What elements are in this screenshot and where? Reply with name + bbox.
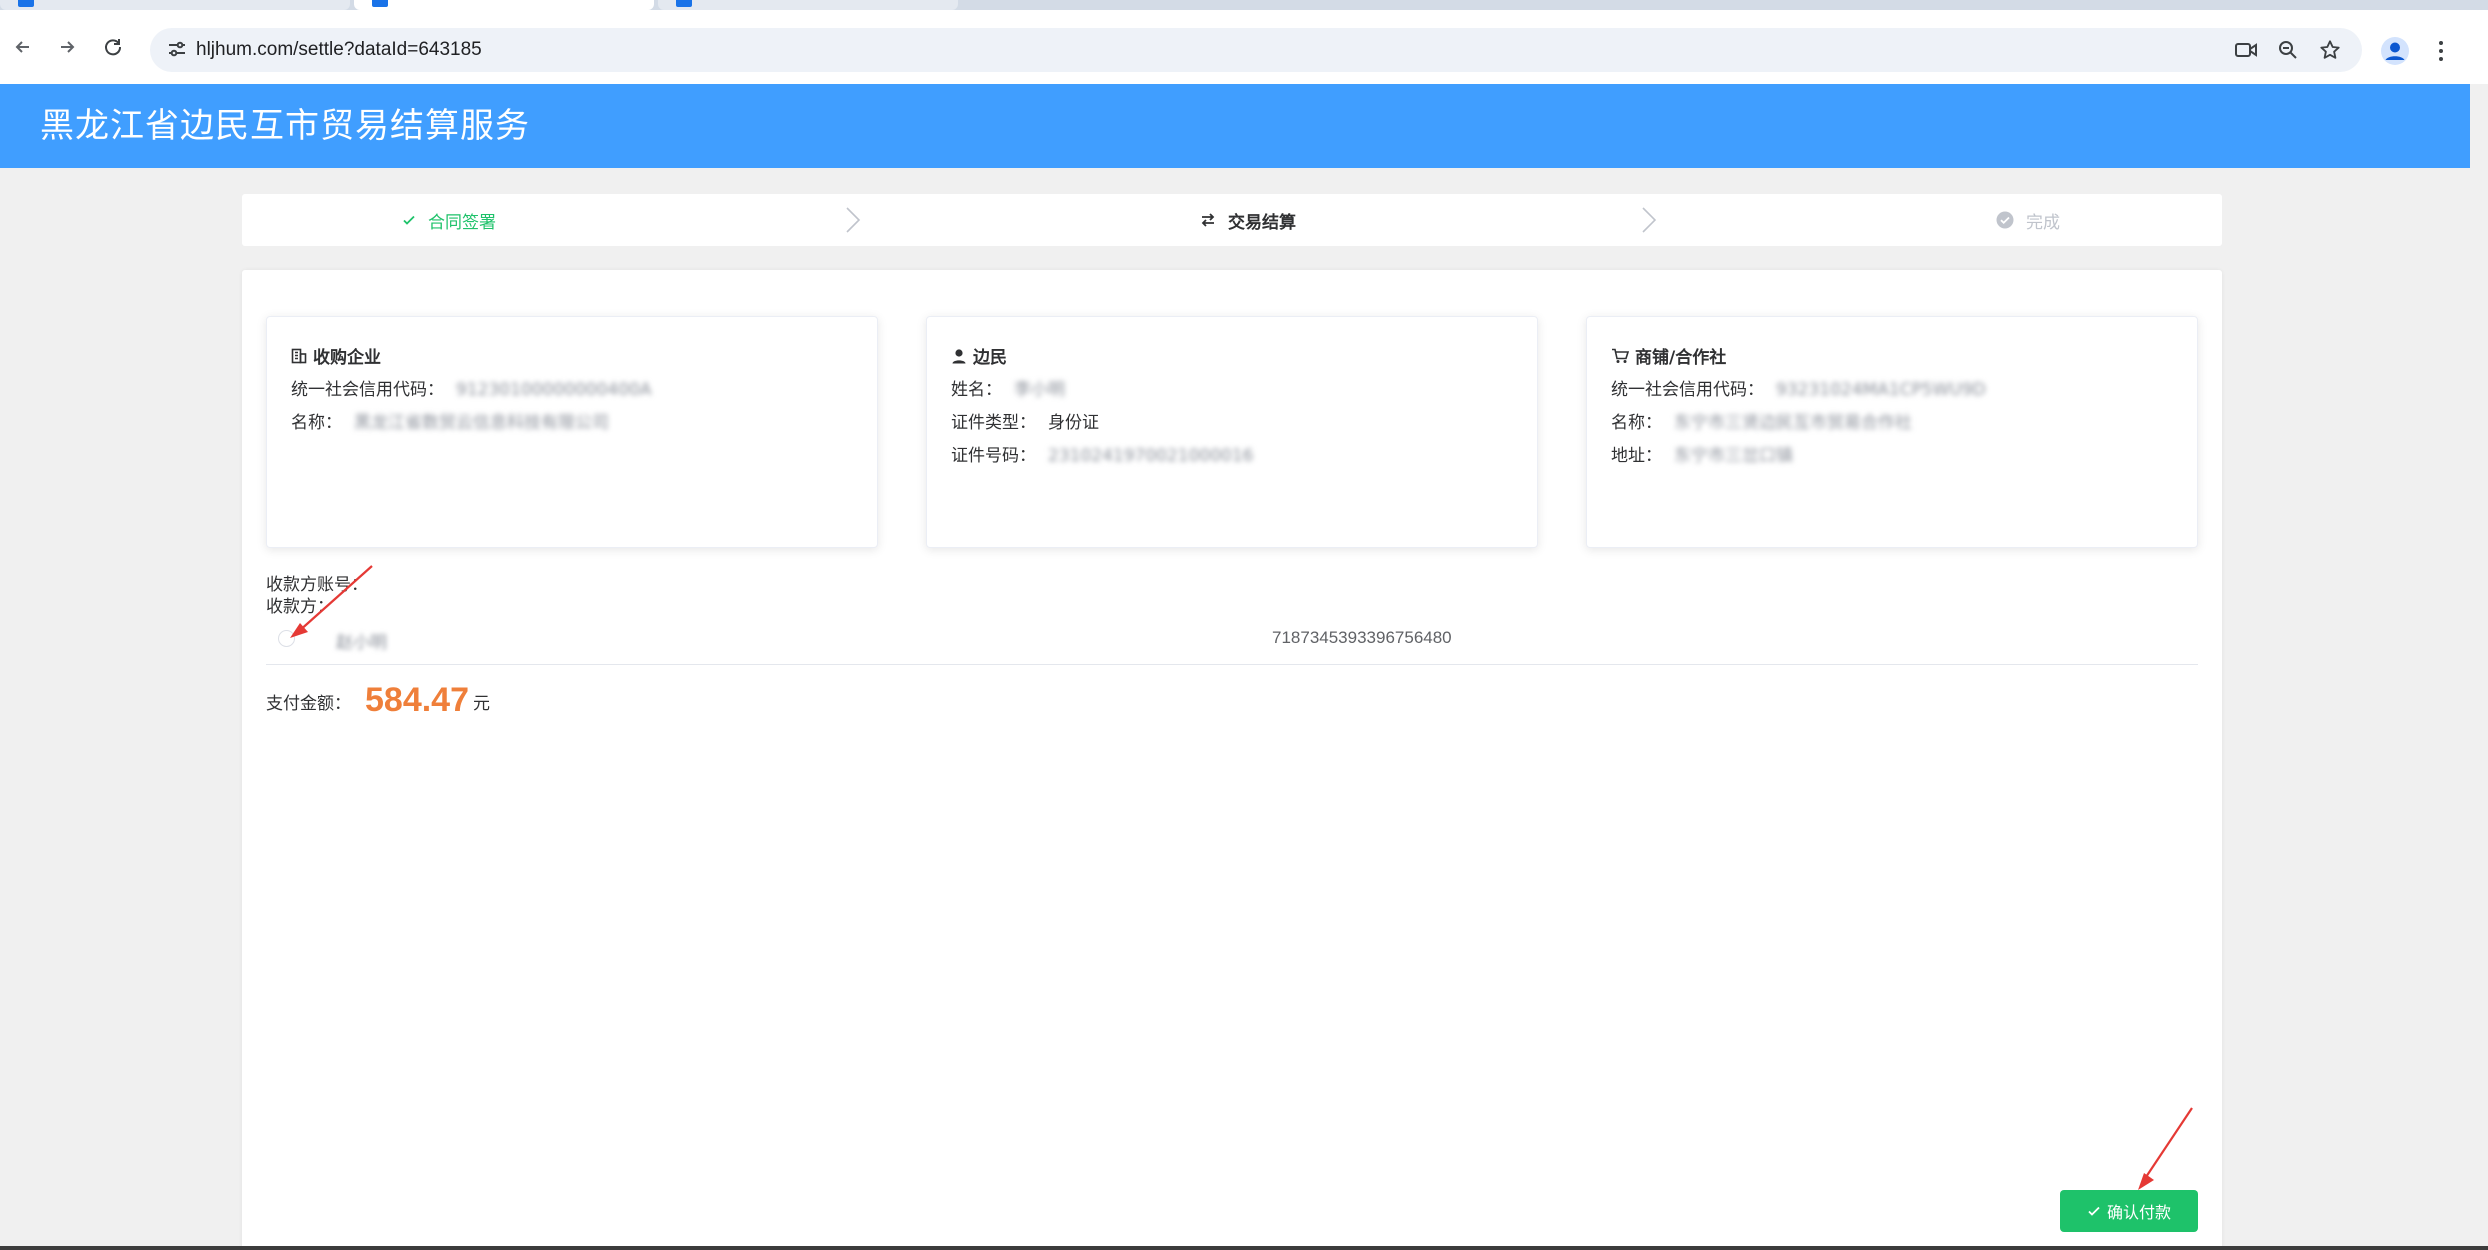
merchant-address: 地址： 东宁市三岔口镇 [1611,446,1793,466]
site-settings-icon[interactable] [166,38,192,62]
amount-unit: 元 [473,694,490,714]
buyer-credit-code: 统一社会信用代码： 91230100000000400A [291,380,652,400]
amount-label: 支付金额： [266,694,351,714]
url-text[interactable]: hljhum.com/settle?dataId=643185 [196,28,482,72]
payee-account-number: 7187345393396756480 [1272,628,1452,647]
user-icon [951,348,967,364]
step-settlement: 交易结算 [1200,194,1296,246]
app-title: 黑龙江省边民互市贸易结算服务 [40,106,530,146]
page-scrollbar[interactable] [2470,84,2488,1246]
step-contract: 合同签署 [402,194,496,246]
address-bar[interactable]: hljhum.com/settle?dataId=643185 [150,28,2362,72]
payee-radio[interactable] [278,630,295,647]
progress-steps: 合同签署 交易结算 完成 [242,194,2222,246]
bottom-edge [0,1246,2488,1250]
step-complete: 完成 [1996,194,2060,246]
check-circle-icon [1996,211,2014,229]
settlement-panel: 收购企业 统一社会信用代码： 91230100000000400A 名称： 黑龙江省… [242,270,2222,1250]
step-label: 交易结算 [1228,212,1296,233]
merchant-card-title: 商铺/合作社 [1611,343,1726,368]
browser-tab-strip [0,0,2488,10]
payee-name[interactable]: 赵小明 [336,628,387,653]
buyer-card: 收购企业 统一社会信用代码： 91230100000000400A 名称： 黑龙江省… [266,316,878,548]
annotation-arrow-icon [2138,1107,2193,1190]
tab-favicon-icon [372,0,388,7]
chevron-right-icon [846,207,861,233]
resident-name: 姓名： 李小明 [951,380,1065,400]
exchange-icon [1200,213,1216,227]
payment-amount-row: 支付金额： 584.47 元 [266,664,490,720]
browser-tab[interactable] [0,0,350,10]
resident-id-type: 证件类型： 身份证 [951,413,1099,433]
buyer-card-title: 收购企业 [291,343,381,368]
chevron-right-icon [1642,207,1657,233]
check-icon [402,213,416,227]
profile-icon[interactable] [2380,36,2410,66]
bookmark-star-icon[interactable] [2316,36,2344,64]
resident-card: 边民 姓名： 李小明 证件类型： 身份证 证件号码： 2310241970021000… [926,316,1538,548]
confirm-payment-button[interactable]: 确认付款 [2060,1190,2198,1232]
camera-icon[interactable] [2232,36,2260,64]
merchant-name: 名称： 东宁市三贤边民互市贸易合作社 [1611,413,1912,433]
building-icon [291,348,307,364]
resident-card-title: 边民 [951,343,1007,368]
payee-label: 收款方： [266,597,334,617]
step-label: 完成 [2026,212,2060,233]
step-label: 合同签署 [428,212,496,233]
tab-favicon-icon [18,0,34,7]
buyer-name: 名称： 黑龙江省数贸云信息科技有限公司 [291,413,609,433]
browser-tab-active[interactable] [354,0,654,10]
zoom-icon[interactable] [2274,36,2302,64]
merchant-credit-code: 统一社会信用代码： 93231024MA1CP5WU9D [1611,380,1986,400]
app-header: 黑龙江省边民互市贸易结算服务 [0,84,2470,168]
tab-favicon-icon [676,0,692,7]
amount-value: 584.47 [365,681,469,719]
browser-tab[interactable] [658,0,958,10]
resident-id-number: 证件号码： 2310241970021000016 [951,446,1254,466]
back-arrow-icon[interactable] [4,28,42,66]
check-icon [2087,1204,2101,1218]
reload-icon[interactable] [94,28,132,66]
forward-arrow-icon[interactable] [48,28,86,66]
merchant-card: 商铺/合作社 统一社会信用代码： 93231024MA1CP5WU9D 名称： 东宁… [1586,316,2198,548]
shopping-cart-icon [1611,348,1629,364]
browser-toolbar: hljhum.com/settle?dataId=643185 [0,10,2488,84]
divider [266,664,2198,665]
more-menu-icon[interactable] [2430,34,2452,68]
